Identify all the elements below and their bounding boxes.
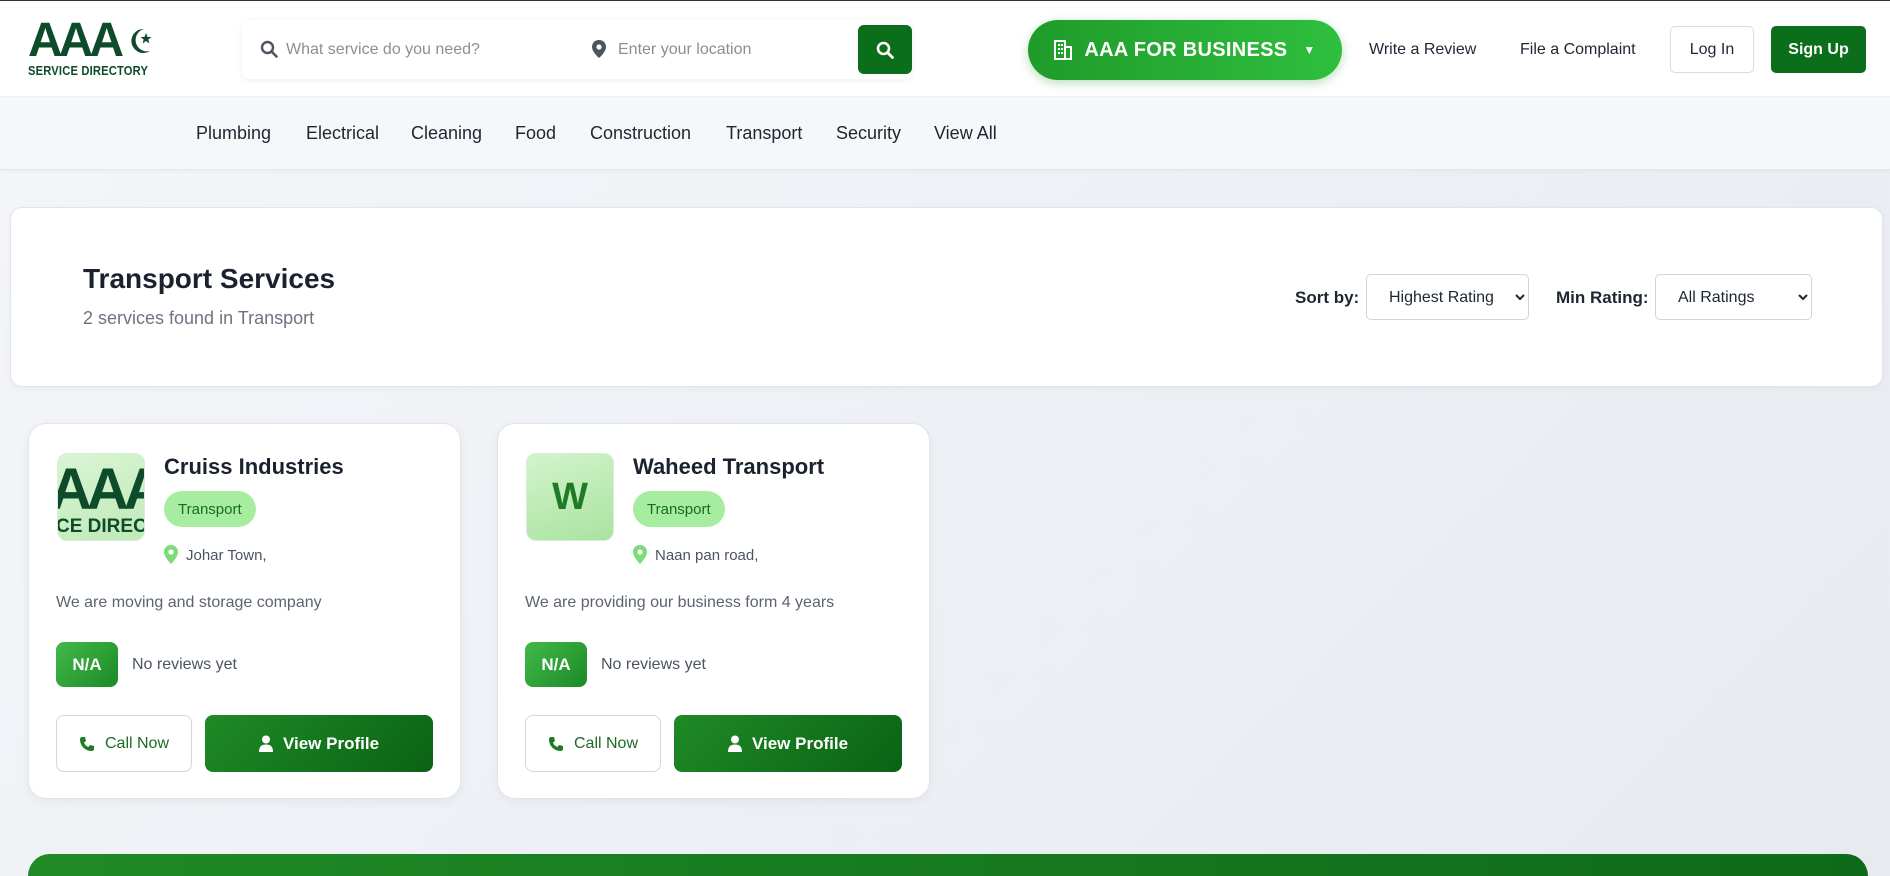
thumbnail-initial: W <box>552 475 588 518</box>
review-count: No reviews yet <box>601 656 706 673</box>
category-badge: Transport <box>633 491 725 527</box>
page-title: Transport Services <box>83 263 336 294</box>
category-plumbing[interactable]: Plumbing <box>196 123 271 144</box>
category-cleaning[interactable]: Cleaning <box>411 123 482 144</box>
category-construction[interactable]: Construction <box>590 123 691 144</box>
signup-button[interactable]: Sign Up <box>1771 26 1866 73</box>
location-pin-icon <box>592 40 606 58</box>
category-badge: Transport <box>164 491 256 527</box>
review-count: No reviews yet <box>132 656 237 673</box>
location-input[interactable] <box>618 20 818 79</box>
call-now-button[interactable]: Call Now <box>525 715 661 772</box>
logo-subtitle: SERVICE DIRECTORY <box>28 63 149 78</box>
chevron-down-icon: ▼ <box>1303 43 1316 57</box>
phone-icon <box>79 736 94 751</box>
location-pin-icon <box>633 545 647 564</box>
service-card: W Waheed Transport Transport Naan pan ro… <box>497 423 930 799</box>
phone-icon <box>548 736 563 751</box>
write-review-link[interactable]: Write a Review <box>1369 41 1476 59</box>
search-icon <box>876 41 894 59</box>
file-complaint-link[interactable]: File a Complaint <box>1520 41 1636 59</box>
logo-mark: AAA <box>28 14 124 67</box>
call-now-label: Call Now <box>573 734 638 752</box>
category-security[interactable]: Security <box>836 123 901 144</box>
view-profile-label: View Profile <box>282 733 380 753</box>
location-pin-icon <box>164 545 178 564</box>
sort-select[interactable]: Highest Rating <box>1366 274 1529 320</box>
call-now-label: Call Now <box>104 734 169 752</box>
results-count: 2 services found in Transport <box>83 308 315 328</box>
category-transport[interactable]: Transport <box>726 123 802 144</box>
service-thumbnail: AAA CE DIRECT <box>57 453 145 541</box>
service-name[interactable]: Waheed Transport <box>633 454 824 480</box>
search-bar <box>242 20 912 79</box>
sort-label: Sort by: <box>1295 288 1360 307</box>
login-button[interactable]: Log In <box>1670 26 1754 73</box>
site-logo[interactable]: AAA SERVICE DIRECTORY <box>28 14 152 81</box>
rating-badge: N/A <box>56 642 118 687</box>
category-food[interactable]: Food <box>515 123 556 144</box>
category-view-all[interactable]: View All <box>934 123 997 144</box>
service-card: AAA CE DIRECT Cruiss Industries Transpor… <box>28 423 461 799</box>
category-nav: Plumbing Electrical Cleaning Food Constr… <box>0 97 1890 170</box>
min-rating-select[interactable]: All Ratings <box>1655 274 1812 320</box>
service-location: Naan pan road, <box>655 547 759 564</box>
footer-banner <box>28 854 1868 876</box>
service-name[interactable]: Cruiss Industries <box>164 454 344 480</box>
call-now-button[interactable]: Call Now <box>56 715 192 772</box>
thumbnail-logo-mark: AAA <box>58 457 144 522</box>
view-profile-button[interactable]: View Profile <box>205 715 433 772</box>
user-icon <box>727 735 742 752</box>
search-icon <box>260 40 278 58</box>
business-dropdown-button[interactable]: AAA FOR BUSINESS ▼ <box>1028 20 1342 80</box>
service-description: We are providing our business form 4 yea… <box>525 594 835 611</box>
service-search-input[interactable] <box>286 20 566 79</box>
view-profile-label: View Profile <box>751 733 849 753</box>
category-electrical[interactable]: Electrical <box>306 123 379 144</box>
rating-badge: N/A <box>525 642 587 687</box>
search-button[interactable] <box>858 25 912 74</box>
business-button-label: AAA FOR BUSINESS <box>1084 38 1288 61</box>
service-description: We are moving and storage company <box>56 594 322 611</box>
service-location: Johar Town, <box>186 547 267 564</box>
view-profile-button[interactable]: View Profile <box>674 715 902 772</box>
min-rating-label: Min Rating: <box>1556 288 1649 307</box>
building-icon <box>1054 40 1073 60</box>
service-thumbnail: W <box>526 453 614 541</box>
thumbnail-logo-subtitle: CE DIRECT <box>57 516 144 537</box>
top-header: AAA SERVICE DIRECTORY What service do yo… <box>0 0 1890 97</box>
user-icon <box>258 735 273 752</box>
results-header: Transport Services 2 services found in T… <box>10 207 1883 387</box>
crescent-star-icon <box>131 28 152 53</box>
